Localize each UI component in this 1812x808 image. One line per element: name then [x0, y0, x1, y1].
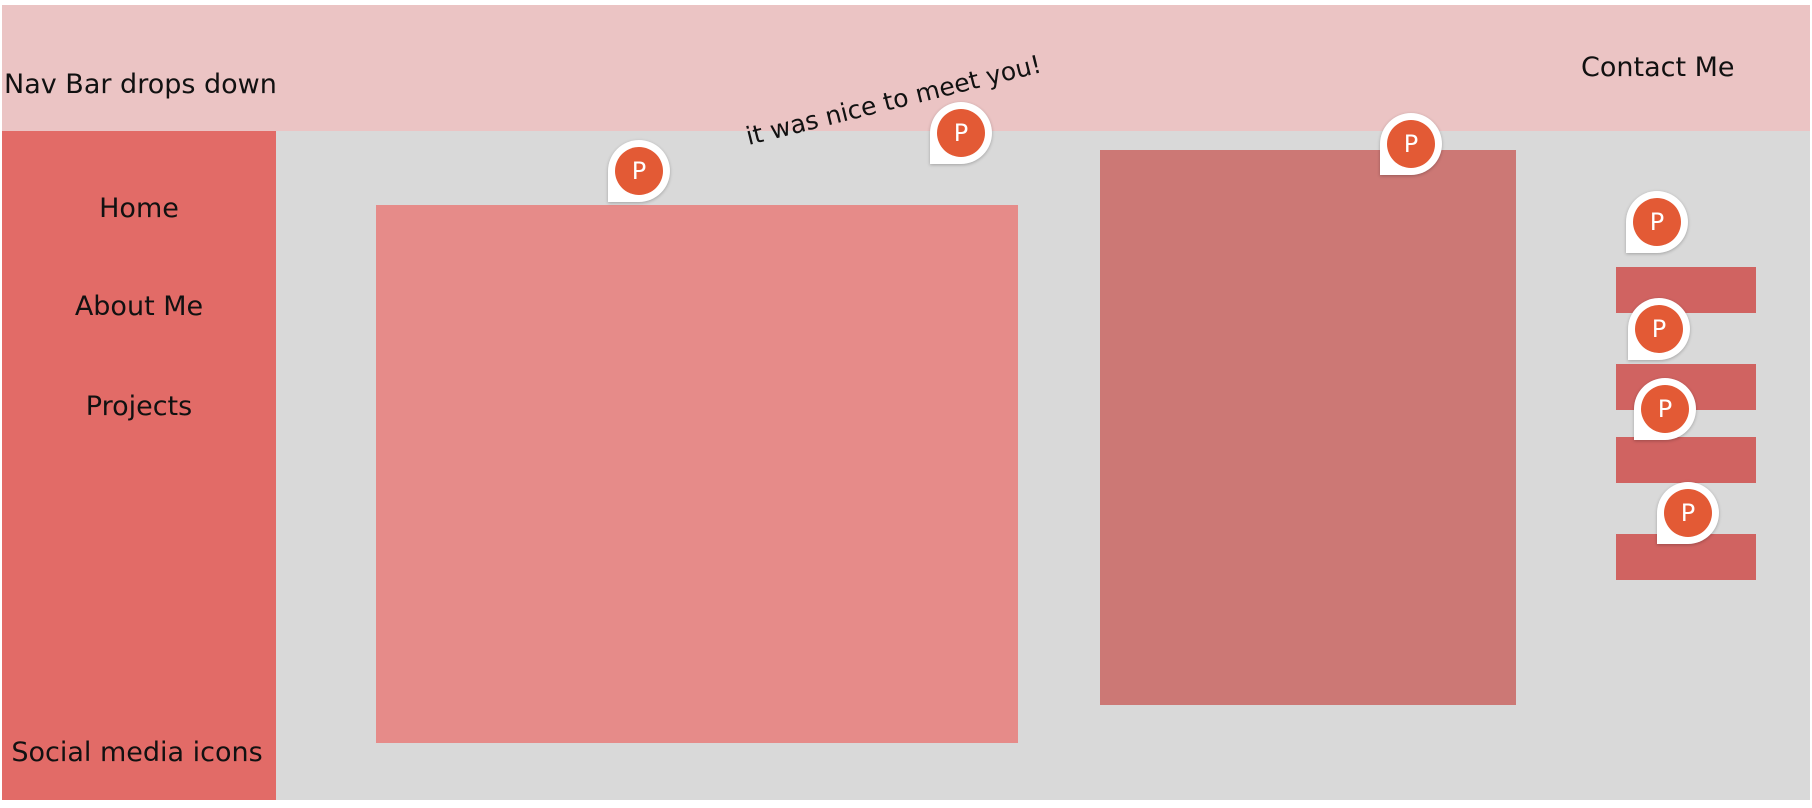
sidebar-item-about-me[interactable]: About Me: [2, 291, 276, 322]
contact-link[interactable]: Contact Me: [1581, 52, 1735, 83]
nav-bar-label: Nav Bar drops down: [4, 69, 277, 100]
user-avatar-icon: P: [937, 109, 985, 157]
user-avatar-icon: P: [615, 147, 663, 195]
wireframe-canvas: Nav Bar drops down Contact Me Home About…: [2, 5, 1810, 800]
comment-pin[interactable]: P: [1380, 113, 1442, 175]
comment-pin[interactable]: P: [930, 102, 992, 164]
content-block-large: [376, 205, 1018, 743]
sidebar: Home About Me Projects Social media icon…: [2, 131, 276, 800]
comment-pin[interactable]: P: [1634, 378, 1696, 440]
sidebar-item-projects[interactable]: Projects: [2, 391, 276, 422]
comment-pin[interactable]: P: [1628, 298, 1690, 360]
comment-pin[interactable]: P: [1657, 482, 1719, 544]
user-avatar-icon: P: [1664, 489, 1712, 537]
comment-pin[interactable]: P: [1626, 191, 1688, 253]
user-avatar-icon: P: [1641, 385, 1689, 433]
user-avatar-icon: P: [1633, 198, 1681, 246]
user-avatar-icon: P: [1635, 305, 1683, 353]
social-media-icons-placeholder: Social media icons: [11, 737, 263, 768]
content-block-tall: [1100, 150, 1516, 705]
small-bar: [1616, 437, 1756, 483]
sidebar-item-home[interactable]: Home: [2, 193, 276, 224]
comment-pin[interactable]: P: [608, 140, 670, 202]
user-avatar-icon: P: [1387, 120, 1435, 168]
